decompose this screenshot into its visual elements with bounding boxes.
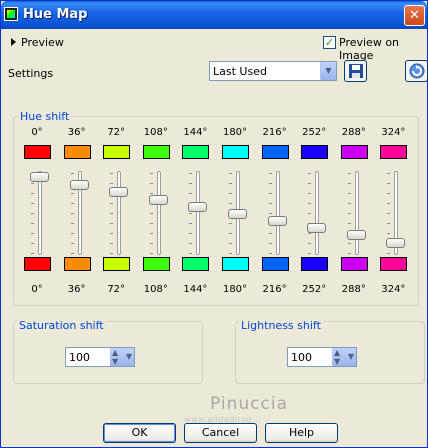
lightness-spinner[interactable]: 100 ▲ ▼ ▼ xyxy=(287,347,357,367)
hue-degree-label: 252° xyxy=(302,127,327,138)
hue-slider-track[interactable] xyxy=(196,171,201,255)
hue-slider-track[interactable] xyxy=(315,171,320,255)
preview-on-image-checkbox[interactable]: ✓ xyxy=(323,36,336,49)
hue-source-swatch xyxy=(142,145,170,159)
lightness-caption: Lightness shift xyxy=(239,319,323,332)
hue-target-swatch xyxy=(301,257,329,271)
title-bar[interactable]: Hue Map ✕ xyxy=(1,1,427,29)
preview-on-image-label[interactable]: Preview on Image xyxy=(339,36,427,62)
hue-source-swatch xyxy=(63,145,91,159)
hue-slider-ticks xyxy=(110,173,114,255)
save-preset-button[interactable] xyxy=(344,60,367,82)
hue-degree-label: 108° xyxy=(143,284,168,295)
help-button[interactable]: Help xyxy=(265,423,338,443)
hue-slider-ticks xyxy=(31,173,34,255)
hue-degree-label: 180° xyxy=(222,127,248,138)
hue-slider-track[interactable] xyxy=(117,171,122,255)
hue-slider-ticks xyxy=(268,173,272,255)
window-title: Hue Map xyxy=(23,7,88,22)
hue-source-swatch xyxy=(103,145,131,159)
hue-slider-track[interactable] xyxy=(354,171,359,255)
saturation-caption: Saturation shift xyxy=(17,319,106,332)
app-icon xyxy=(4,7,18,21)
close-button[interactable]: ✕ xyxy=(404,5,425,26)
hue-degree-label: 0° xyxy=(31,284,43,295)
hue-degree-label: 324° xyxy=(381,127,406,138)
hue-slider-thumb[interactable] xyxy=(69,179,89,190)
hue-slider-track[interactable] xyxy=(156,171,161,255)
hue-degree-label: 144° xyxy=(183,127,208,138)
hue-target-swatch xyxy=(222,257,249,271)
hue-slider-thumb[interactable] xyxy=(148,194,168,205)
settings-value: Last Used xyxy=(213,65,267,78)
hue-degree-label: 0° xyxy=(31,127,43,138)
hue-slider-ticks xyxy=(189,173,193,255)
expand-arrow-icon[interactable] xyxy=(11,38,16,46)
hue-source-swatch xyxy=(24,145,51,159)
hue-slider-ticks xyxy=(149,173,153,255)
hue-slider-track[interactable] xyxy=(275,171,280,255)
ok-button[interactable]: OK xyxy=(103,423,176,443)
spinner-arrows-icon[interactable]: ▲ ▼ ▼ xyxy=(110,348,134,366)
hue-target-swatch xyxy=(142,257,170,271)
preview-row: Preview ✓ Preview on Image xyxy=(1,35,427,62)
hue-degree-label: 72° xyxy=(107,127,126,138)
reset-icon xyxy=(409,63,425,79)
hue-slider-thumb[interactable] xyxy=(188,202,208,213)
hue-source-swatch xyxy=(261,145,289,159)
hue-source-swatch xyxy=(301,145,329,159)
hue-slider-ticks xyxy=(347,173,351,255)
hue-target-swatch xyxy=(24,257,51,271)
saturation-spinner[interactable]: 100 ▲ ▼ ▼ xyxy=(65,347,135,367)
hue-degree-label: 144° xyxy=(183,284,208,295)
hue-slider-thumb[interactable] xyxy=(267,216,287,227)
hue-source-swatch xyxy=(182,145,210,159)
watermark-text: Pinuccia xyxy=(210,394,288,414)
hue-slider-thumb[interactable] xyxy=(307,222,327,233)
settings-label: Settings xyxy=(8,67,54,80)
hue-degree-label: 180° xyxy=(222,284,248,295)
hue-degree-label: 108° xyxy=(143,127,168,138)
hue-degree-label: 36° xyxy=(67,127,86,138)
settings-select[interactable]: Last Used ▼ xyxy=(209,61,337,81)
hue-slider-thumb[interactable] xyxy=(30,172,49,183)
hue-target-swatch xyxy=(340,257,368,271)
hue-slider-thumb[interactable] xyxy=(386,237,406,248)
hue-degree-label: 288° xyxy=(341,127,366,138)
spinner-arrows-icon[interactable]: ▲ ▼ ▼ xyxy=(332,348,356,366)
hue-degree-label: 216° xyxy=(262,127,287,138)
hue-degree-label: 36° xyxy=(67,284,86,295)
cancel-button[interactable]: Cancel xyxy=(184,423,257,443)
reset-button[interactable] xyxy=(405,60,428,82)
hue-slider-track[interactable] xyxy=(38,171,42,255)
hue-target-swatch xyxy=(261,257,289,271)
hue-target-swatch xyxy=(182,257,210,271)
lightness-value: 100 xyxy=(291,351,312,364)
hue-shift-caption: Hue shift xyxy=(18,110,72,123)
hue-degree-label: 72° xyxy=(107,284,126,295)
hue-degree-label: 216° xyxy=(262,284,287,295)
hue-degree-label: 324° xyxy=(381,284,406,295)
hue-slider-thumb[interactable] xyxy=(228,208,247,219)
hue-target-swatch xyxy=(103,257,131,271)
hue-source-swatch xyxy=(380,145,408,159)
hue-source-swatch xyxy=(222,145,249,159)
hue-slider-thumb[interactable] xyxy=(346,230,366,241)
hue-slider-ticks xyxy=(308,173,312,255)
hue-slider-thumb[interactable] xyxy=(109,187,129,198)
hue-map-dialog: Hue Map ✕ Preview ✓ Preview on Image Set… xyxy=(0,0,428,448)
preview-toggle[interactable]: Preview xyxy=(21,36,64,49)
hue-source-swatch xyxy=(340,145,368,159)
saturation-value: 100 xyxy=(69,351,90,364)
hue-target-swatch xyxy=(380,257,408,271)
hue-target-swatch xyxy=(63,257,91,271)
chevron-down-icon[interactable]: ▼ xyxy=(320,62,336,80)
floppy-disk-icon xyxy=(349,64,363,78)
hue-degree-label: 252° xyxy=(302,284,327,295)
hue-degree-label: 288° xyxy=(341,284,366,295)
